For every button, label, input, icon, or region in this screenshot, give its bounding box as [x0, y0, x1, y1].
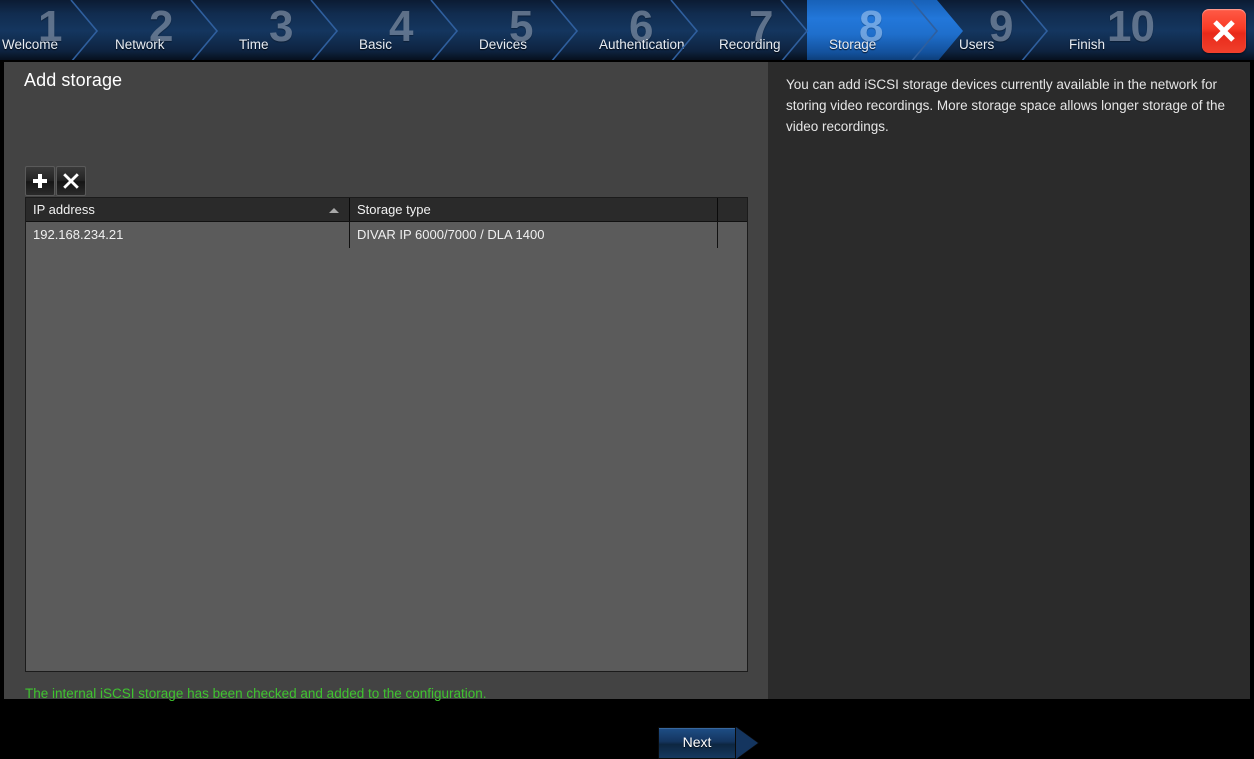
- remove-storage-button[interactable]: [56, 166, 86, 196]
- table-header-label: IP address: [33, 202, 95, 217]
- main-panel: Add storage IP address Storage type 192.1…: [4, 62, 768, 759]
- next-button[interactable]: Next: [658, 727, 758, 759]
- window-body: Add storage IP address Storage type 192.1…: [0, 62, 1254, 759]
- table-header-type[interactable]: Storage type: [350, 198, 718, 221]
- plus-icon: [33, 174, 47, 188]
- wizard-step-finish[interactable]: 10 Finish: [1047, 0, 1218, 62]
- wizard-window: 1 Welcome 2 Network 3 Time 4 Basic 5 Devices 6 Auth…: [0, 0, 1254, 759]
- wizard-step-label: Welcome: [2, 37, 59, 52]
- storage-table[interactable]: IP address Storage type 192.168.234.21 DIV…: [25, 197, 748, 672]
- add-storage-button[interactable]: [25, 166, 55, 196]
- help-panel: You can add iSCSI storage devices curren…: [768, 62, 1250, 699]
- wizard-step-bar: 1 Welcome 2 Network 3 Time 4 Basic 5 Devices 6 Auth…: [0, 0, 1254, 62]
- wizard-step-label: Basic: [359, 37, 393, 52]
- wizard-step-label: Time: [239, 37, 269, 52]
- table-body: 192.168.234.21 DIVAR IP 6000/7000 / DLA 1…: [26, 222, 747, 248]
- next-arrow-icon: [736, 727, 758, 759]
- close-window-button[interactable]: [1202, 9, 1246, 53]
- wizard-step-number: 10: [1107, 2, 1155, 51]
- help-text: You can add iSCSI storage devices curren…: [786, 77, 1225, 134]
- wizard-step-label: Network: [115, 37, 165, 52]
- page-title: Add storage: [24, 70, 123, 90]
- table-header-row: IP address Storage type: [26, 198, 747, 222]
- x-icon: [63, 173, 79, 189]
- table-header-label: Storage type: [357, 202, 431, 217]
- sort-ascending-icon: [329, 208, 339, 213]
- wizard-step-number: 3: [269, 2, 294, 51]
- close-x-icon: [1213, 20, 1235, 42]
- status-message: The internal iSCSI storage has been chec…: [25, 686, 487, 701]
- table-header-ip[interactable]: IP address: [26, 198, 350, 221]
- table-cell-ip: 192.168.234.21: [26, 222, 350, 248]
- table-row[interactable]: 192.168.234.21 DIVAR IP 6000/7000 / DLA 1…: [26, 222, 747, 248]
- wizard-step-label: Authentication: [599, 37, 685, 52]
- wizard-step-label: Devices: [479, 37, 528, 52]
- wizard-step-label: Users: [959, 37, 995, 52]
- wizard-step-label: Storage: [829, 37, 877, 52]
- table-cell-type: DIVAR IP 6000/7000 / DLA 1400: [350, 222, 718, 248]
- table-header-blank[interactable]: [718, 198, 747, 221]
- wizard-step-label: Recording: [719, 37, 781, 52]
- wizard-step-label: Finish: [1069, 37, 1106, 52]
- wizard-step-number: 4: [389, 2, 414, 51]
- next-button-label: Next: [682, 734, 712, 750]
- table-cell-blank: [718, 222, 747, 248]
- table-toolbar: [25, 166, 86, 196]
